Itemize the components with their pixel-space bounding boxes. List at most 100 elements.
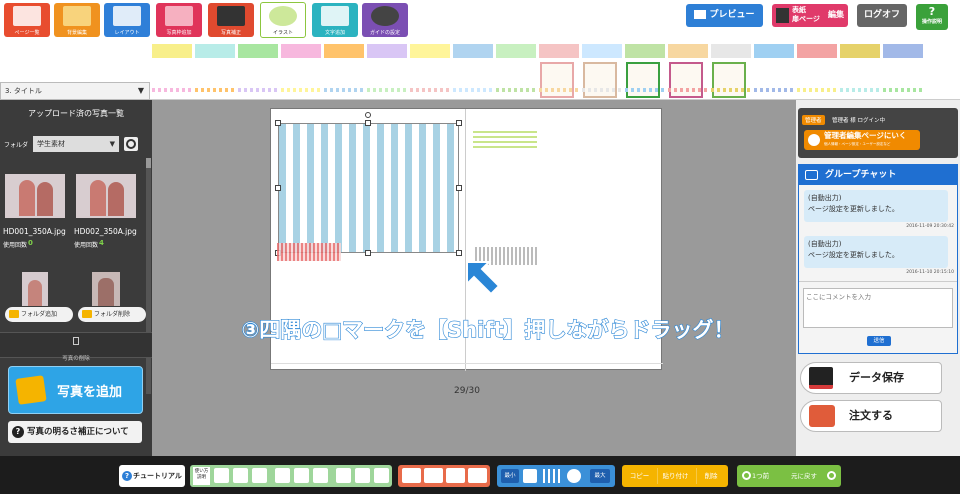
tab-photo-correction[interactable]: 写真補正 xyxy=(208,3,254,37)
illustration-swatch[interactable] xyxy=(195,44,235,58)
align-middle-icon[interactable] xyxy=(294,468,309,483)
align-right-icon[interactable] xyxy=(252,468,267,483)
send-back-icon[interactable] xyxy=(468,468,487,483)
bring-front-icon[interactable] xyxy=(402,468,421,483)
illustration-swatch[interactable] xyxy=(539,44,579,58)
bring-forward-icon[interactable] xyxy=(424,468,443,483)
illustration-swatch[interactable] xyxy=(496,44,536,58)
illustration-swatch[interactable] xyxy=(883,44,923,58)
add-photo-button[interactable]: 写真を追加 xyxy=(8,366,143,414)
illustration-swatch[interactable] xyxy=(453,44,493,58)
photo-thumbnail[interactable] xyxy=(76,174,136,218)
frame-illustration[interactable] xyxy=(540,62,574,98)
send-backward-icon[interactable] xyxy=(446,468,465,483)
illustration-swatch[interactable] xyxy=(582,44,622,58)
resize-handle-top[interactable] xyxy=(365,120,371,126)
frame-illustration[interactable] xyxy=(626,62,660,98)
tab-guide-settings[interactable]: ガイドの設定 xyxy=(362,3,408,37)
align-center-icon[interactable] xyxy=(233,468,248,483)
zoom-min-button[interactable]: 最小 xyxy=(501,469,519,483)
howto-button[interactable]: 使い方説明 xyxy=(193,467,210,485)
green-line-illustration[interactable] xyxy=(473,131,537,151)
illustration-swatch[interactable] xyxy=(668,44,708,58)
line-illustration[interactable] xyxy=(754,88,794,92)
line-illustration[interactable] xyxy=(195,88,235,92)
zoom-out-icon[interactable] xyxy=(523,469,537,483)
help-button[interactable]: ? 操作説明 xyxy=(916,4,948,30)
rotate-handle[interactable] xyxy=(365,112,371,118)
tab-add-text[interactable]: 文字追加 xyxy=(312,3,358,37)
cover-edit-button[interactable]: 表紙 扉ページ 編集 xyxy=(772,4,848,27)
tab-background[interactable]: 背景編集 xyxy=(54,3,100,37)
add-folder-button[interactable]: フォルダ追加 xyxy=(5,307,73,322)
selected-illustration[interactable] xyxy=(278,123,459,253)
refresh-button[interactable] xyxy=(124,137,138,151)
tab-page-list[interactable]: ページ一覧 xyxy=(4,3,50,37)
line-illustration[interactable] xyxy=(625,88,665,92)
distribute-vertical-icon[interactable] xyxy=(355,468,370,483)
resize-handle-bottom-right[interactable] xyxy=(456,250,462,256)
paste-button[interactable]: 貼り付け xyxy=(657,468,693,484)
illustration-swatch[interactable] xyxy=(840,44,880,58)
resize-handle-bottom[interactable] xyxy=(365,250,371,256)
line-illustration[interactable] xyxy=(238,88,278,92)
line-illustration[interactable] xyxy=(582,88,622,92)
line-illustration[interactable] xyxy=(797,88,837,92)
line-illustration[interactable] xyxy=(367,88,407,92)
send-button[interactable]: 送信 xyxy=(867,336,891,346)
illustration-swatch[interactable] xyxy=(625,44,665,58)
comment-input[interactable] xyxy=(803,288,953,328)
photo-thumbnail[interactable] xyxy=(92,272,120,306)
zoom-slider[interactable] xyxy=(541,469,563,483)
illustration-swatch[interactable] xyxy=(324,44,364,58)
line-illustration[interactable] xyxy=(539,88,579,92)
resize-handle-top-left[interactable] xyxy=(275,120,281,126)
copy-button[interactable]: コピー xyxy=(625,468,654,484)
line-illustration[interactable] xyxy=(281,88,321,92)
admin-edit-button[interactable]: 管理者編集ページにいく 個人情報・ページ設定・ユーザー設定など xyxy=(804,130,920,150)
same-size-icon[interactable] xyxy=(374,468,389,483)
line-illustration[interactable] xyxy=(668,88,708,92)
align-top-icon[interactable] xyxy=(275,468,290,483)
distribute-horizontal-icon[interactable] xyxy=(336,468,351,483)
brightness-info-button[interactable]: ? 写真の明るさ補正について xyxy=(8,421,142,443)
logout-button[interactable]: ログオフ xyxy=(857,4,907,27)
line-illustration[interactable] xyxy=(883,88,923,92)
frame-illustration[interactable] xyxy=(669,62,703,98)
illustration-swatch[interactable] xyxy=(238,44,278,58)
illustration-swatch[interactable] xyxy=(410,44,450,58)
tab-layout[interactable]: レイアウト xyxy=(104,3,150,37)
resize-handle-top-right[interactable] xyxy=(456,120,462,126)
delete-button[interactable]: 削除 xyxy=(696,468,725,484)
folder-select[interactable]: 学生素材 ▼ xyxy=(33,136,119,152)
tab-add-photo-frame[interactable]: 写真枠追加 xyxy=(156,3,202,37)
illustration-swatch[interactable] xyxy=(754,44,794,58)
tutorial-button[interactable]: ? チュートリアル xyxy=(119,465,185,487)
zoom-in-icon[interactable] xyxy=(567,469,581,483)
illustration-swatch[interactable] xyxy=(152,44,192,58)
align-left-icon[interactable] xyxy=(214,468,229,483)
line-illustration[interactable] xyxy=(410,88,450,92)
line-illustration[interactable] xyxy=(840,88,880,92)
line-illustration[interactable] xyxy=(453,88,493,92)
red-check-illustration[interactable] xyxy=(277,243,341,261)
line-illustration[interactable] xyxy=(152,88,192,92)
tab-illustration[interactable]: イラスト xyxy=(260,2,306,38)
illustration-swatch[interactable] xyxy=(797,44,837,58)
undo-button[interactable]: 1つ前 xyxy=(740,468,788,484)
scrollbar-thumb[interactable] xyxy=(146,158,151,168)
illustration-swatch[interactable] xyxy=(367,44,407,58)
category-select[interactable]: 3. タイトル ▼ xyxy=(0,82,150,100)
photo-thumbnail[interactable] xyxy=(22,272,48,306)
frame-illustration[interactable] xyxy=(712,62,746,98)
order-button[interactable]: 注文する xyxy=(800,400,942,432)
resize-handle-left[interactable] xyxy=(275,185,281,191)
line-illustration[interactable] xyxy=(711,88,751,92)
resize-handle-right[interactable] xyxy=(456,185,462,191)
line-illustration[interactable] xyxy=(496,88,536,92)
line-illustration[interactable] xyxy=(324,88,364,92)
delete-photo-area[interactable]: 写真の削除 xyxy=(0,332,152,362)
delete-folder-button[interactable]: フォルダ削除 xyxy=(78,307,146,322)
illustration-swatch[interactable] xyxy=(281,44,321,58)
zoom-max-button[interactable]: 最大 xyxy=(590,469,610,483)
